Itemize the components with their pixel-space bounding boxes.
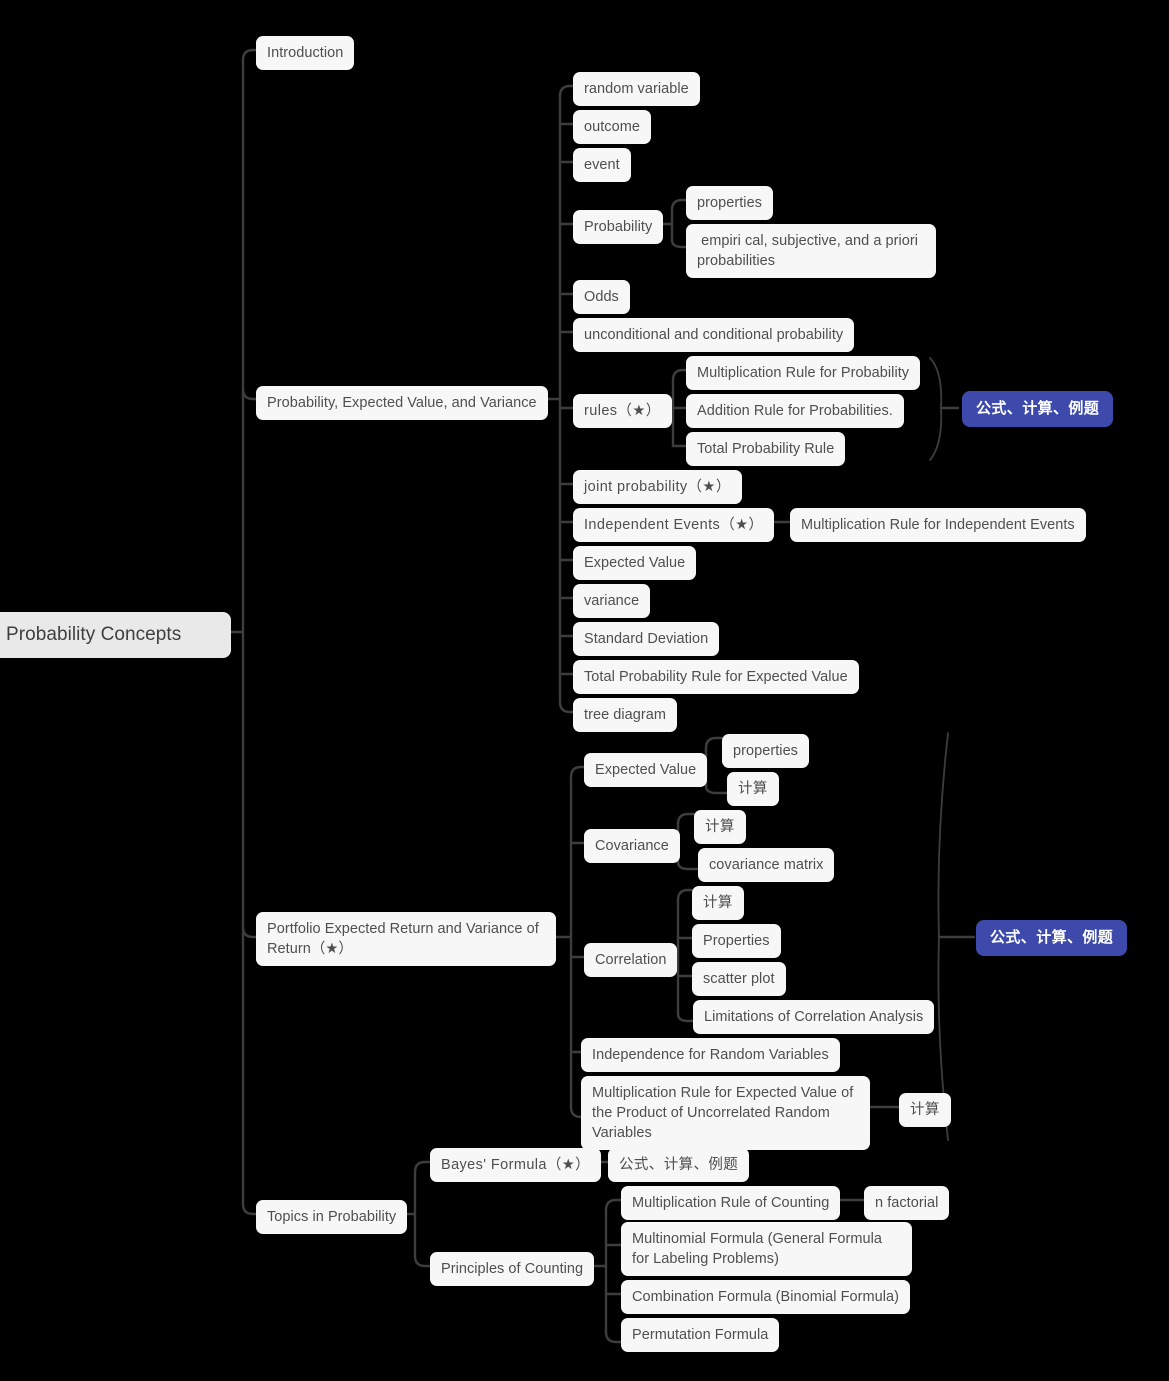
node-correlation-calculation[interactable]: 计算: [692, 886, 744, 920]
node-event[interactable]: event: [573, 148, 631, 182]
node-scatter-plot[interactable]: scatter plot: [692, 962, 786, 996]
node-addition-rule-for-probabilities[interactable]: Addition Rule for Probabilities.: [686, 394, 904, 428]
node-standard-deviation[interactable]: Standard Deviation: [573, 622, 720, 656]
node-correlation-properties[interactable]: Properties: [692, 924, 781, 958]
node-multiplication-rule-uncorrelated-random-variables[interactable]: Multiplication Rule for Expected Value o…: [581, 1076, 870, 1150]
node-empirical-subjective-apriori[interactable]: empiri cal, subjective, and a priori pro…: [686, 224, 936, 278]
node-topics-in-probability[interactable]: Topics in Probability: [256, 1200, 408, 1234]
node-multiplication-rule-for-probability[interactable]: Multiplication Rule for Probability: [686, 356, 921, 390]
node-probability-properties[interactable]: properties: [686, 186, 773, 220]
node-principles-of-counting[interactable]: Principles of Counting: [430, 1252, 595, 1286]
node-limitations-of-correlation-analysis[interactable]: Limitations of Correlation Analysis: [693, 1000, 935, 1034]
node-expected-value[interactable]: Expected Value: [573, 546, 697, 580]
node-bayes-formula[interactable]: Bayes' Formula（★）: [430, 1148, 602, 1182]
node-rules[interactable]: rules（★）: [573, 394, 672, 428]
node-portfolio-expected-return-variance[interactable]: Portfolio Expected Return and Variance o…: [256, 912, 556, 966]
node-combination-formula[interactable]: Combination Formula (Binomial Formula): [621, 1280, 911, 1314]
badge-formula-calculation-examples-rules[interactable]: 公式、计算、例题: [962, 391, 1114, 427]
node-unconditional-conditional-probability[interactable]: unconditional and conditional probabilit…: [573, 318, 855, 352]
node-probability[interactable]: Probability: [573, 210, 664, 244]
node-total-probability-rule[interactable]: Total Probability Rule: [686, 432, 846, 466]
node-multiplication-rule-of-counting[interactable]: Multiplication Rule of Counting: [621, 1186, 841, 1220]
node-covariance-calculation[interactable]: 计算: [694, 810, 746, 844]
node-joint-probability[interactable]: joint probability（★）: [573, 470, 742, 504]
node-uncorrelated-rule-calculation[interactable]: 计算: [899, 1093, 951, 1127]
mindmap-canvas: Probability Concepts Introduction Probab…: [0, 0, 1169, 1381]
node-variance[interactable]: variance: [573, 584, 651, 618]
node-covariance[interactable]: Covariance: [584, 829, 680, 863]
node-probability-expected-value-variance[interactable]: Probability, Expected Value, and Varianc…: [256, 386, 548, 420]
node-covariance-matrix[interactable]: covariance matrix: [698, 848, 835, 882]
node-independence-for-random-variables[interactable]: Independence for Random Variables: [581, 1038, 840, 1072]
node-n-factorial[interactable]: n factorial: [864, 1186, 950, 1220]
node-portfolio-expected-value[interactable]: Expected Value: [584, 753, 708, 787]
node-portfolio-ev-properties[interactable]: properties: [722, 734, 809, 768]
node-independent-events[interactable]: Independent Events（★）: [573, 508, 775, 542]
node-multiplication-rule-independent-events[interactable]: Multiplication Rule for Independent Even…: [790, 508, 1086, 542]
node-odds[interactable]: Odds: [573, 280, 630, 314]
node-portfolio-ev-calculation[interactable]: 计算: [727, 772, 779, 806]
node-total-probability-rule-expected-value[interactable]: Total Probability Rule for Expected Valu…: [573, 660, 859, 694]
root-node-probability-concepts[interactable]: Probability Concepts: [0, 612, 231, 658]
node-introduction[interactable]: Introduction: [256, 36, 355, 70]
node-bayes-formula-note[interactable]: 公式、计算、例题: [608, 1148, 750, 1182]
badge-formula-calculation-examples-portfolio[interactable]: 公式、计算、例题: [976, 920, 1128, 956]
node-random-variable[interactable]: random variable: [573, 72, 700, 106]
node-outcome[interactable]: outcome: [573, 110, 651, 144]
node-multinomial-formula[interactable]: Multinomial Formula (General Formula for…: [621, 1222, 912, 1276]
node-tree-diagram[interactable]: tree diagram: [573, 698, 677, 732]
node-correlation[interactable]: Correlation: [584, 943, 678, 977]
node-permutation-formula[interactable]: Permutation Formula: [621, 1318, 780, 1352]
